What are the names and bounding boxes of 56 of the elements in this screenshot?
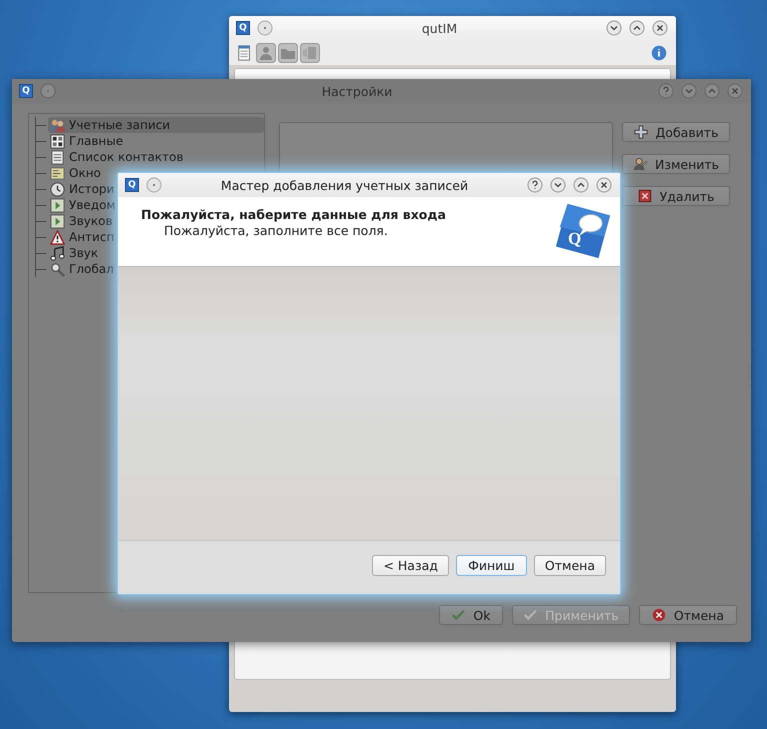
tree-item[interactable]: Окно <box>48 165 103 181</box>
check-icon <box>451 608 466 622</box>
dialog-button[interactable]: Отмена <box>638 605 737 625</box>
clock-icon <box>50 182 65 196</box>
tree-item[interactable]: Учетные записи <box>48 117 264 133</box>
plus-icon <box>634 125 648 139</box>
window-title: Мастер добавления учетных записей <box>220 178 470 192</box>
minimize-icon[interactable] <box>550 177 566 193</box>
music-note-icon <box>50 246 65 260</box>
delete-icon <box>638 189 652 203</box>
warning-icon <box>50 230 65 244</box>
wizard-subheading: Пожалуйста, заполните все поля. <box>163 223 389 238</box>
app-icon[interactable]: Q <box>236 21 250 35</box>
arrow-panel-icon <box>50 214 65 228</box>
side-button[interactable]: Добавить <box>622 122 730 142</box>
minimize-icon[interactable] <box>606 20 622 36</box>
tree-item[interactable]: Антисп <box>48 229 116 245</box>
info-icon[interactable] <box>650 44 668 62</box>
wizard-button[interactable]: < Назад <box>372 555 449 576</box>
grid-icon <box>50 134 65 148</box>
help-icon[interactable] <box>527 177 543 193</box>
dialog-button[interactable]: Ok <box>438 605 503 625</box>
wizard-heading: Пожалуйста, наберите данные для входа <box>141 207 446 222</box>
pin-icon[interactable] <box>146 177 162 193</box>
contact-icon[interactable] <box>256 42 276 62</box>
tree-item[interactable]: Истори <box>48 181 116 197</box>
person-edit-icon <box>632 157 647 171</box>
pin-icon[interactable] <box>40 83 56 99</box>
close-icon[interactable] <box>652 20 668 36</box>
people-icon <box>50 118 65 132</box>
app-icon[interactable]: Q <box>19 84 33 98</box>
side-button[interactable]: Изменить <box>622 154 730 174</box>
close-icon[interactable] <box>596 177 612 193</box>
tree-item[interactable]: Звук <box>48 245 100 261</box>
pin-icon[interactable] <box>257 20 273 36</box>
maximize-icon[interactable] <box>629 20 645 36</box>
window-title: Настройки <box>320 84 394 98</box>
logo-icon: Q <box>554 202 612 260</box>
maximize-icon[interactable] <box>573 177 589 193</box>
tree-item[interactable]: Звуков <box>48 213 115 229</box>
list-icon <box>50 150 65 164</box>
chat-window-icon <box>50 166 65 180</box>
cancel-icon <box>652 608 666 622</box>
tree-item[interactable]: Главные <box>48 133 126 149</box>
side-button[interactable]: Удалить <box>622 186 730 206</box>
folder-icon[interactable] <box>278 42 298 62</box>
panel-icon[interactable] <box>300 42 320 62</box>
wizard-button[interactable]: Финиш <box>456 555 527 576</box>
app-icon[interactable]: Q <box>125 178 139 192</box>
tree-item[interactable]: Глобал <box>48 261 116 277</box>
check-icon <box>523 608 538 622</box>
tree-item[interactable]: Список контактов <box>48 149 186 165</box>
magnifier-icon <box>50 262 65 276</box>
window-title: qutIM <box>420 20 458 36</box>
wizard-button[interactable]: Отмена <box>534 555 606 576</box>
arrow-panel-icon <box>50 198 65 212</box>
